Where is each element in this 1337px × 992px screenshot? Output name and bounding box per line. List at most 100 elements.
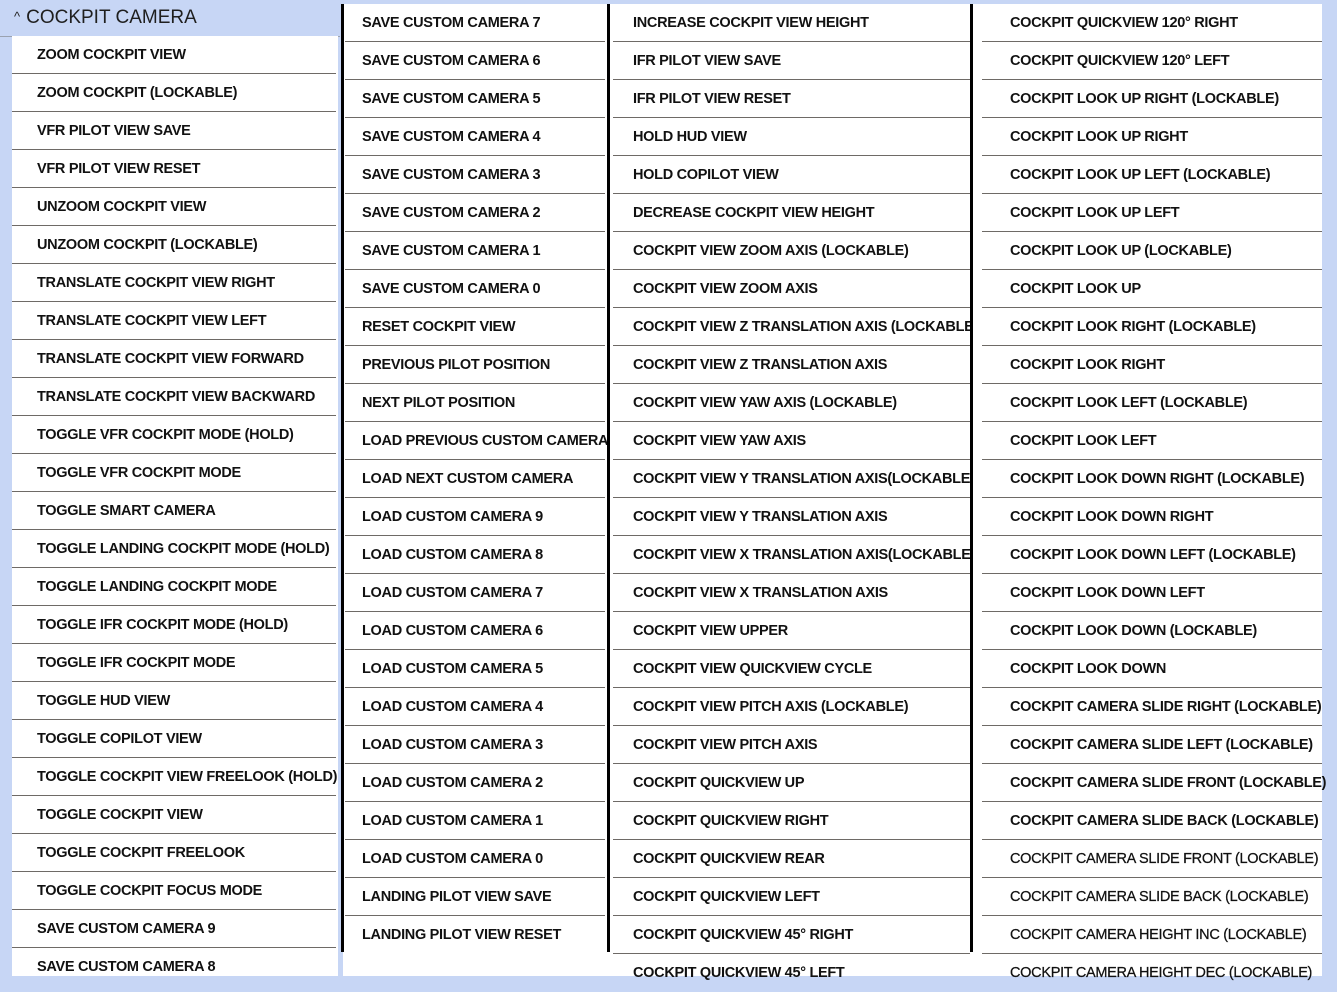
- control-binding-item[interactable]: COCKPIT LOOK LEFT: [982, 422, 1322, 460]
- control-binding-item[interactable]: COCKPIT LOOK UP (LOCKABLE): [982, 232, 1322, 270]
- control-binding-item[interactable]: SAVE CUSTOM CAMERA 0: [345, 270, 605, 308]
- control-binding-item[interactable]: TOGGLE VFR COCKPIT MODE: [12, 454, 336, 492]
- control-binding-item[interactable]: LOAD CUSTOM CAMERA 9: [345, 498, 605, 536]
- control-binding-item[interactable]: COCKPIT LOOK RIGHT (LOCKABLE): [982, 308, 1322, 346]
- control-binding-item[interactable]: COCKPIT QUICKVIEW RIGHT: [613, 802, 970, 840]
- control-binding-item[interactable]: COCKPIT VIEW UPPER: [613, 612, 970, 650]
- control-binding-item[interactable]: SAVE CUSTOM CAMERA 2: [345, 194, 605, 232]
- control-binding-item[interactable]: LOAD CUSTOM CAMERA 2: [345, 764, 605, 802]
- control-binding-item[interactable]: IFR PILOT VIEW SAVE: [613, 42, 970, 80]
- control-binding-item[interactable]: COCKPIT LOOK DOWN RIGHT (LOCKABLE): [982, 460, 1322, 498]
- control-binding-item[interactable]: COCKPIT CAMERA HEIGHT DEC (LOCKABLE): [982, 954, 1322, 992]
- control-binding-item[interactable]: VFR PILOT VIEW RESET: [12, 150, 336, 188]
- control-binding-item[interactable]: LOAD CUSTOM CAMERA 0: [345, 840, 605, 878]
- control-binding-item[interactable]: HOLD HUD VIEW: [613, 118, 970, 156]
- control-binding-item[interactable]: TOGGLE HUD VIEW: [12, 682, 336, 720]
- control-binding-item[interactable]: COCKPIT VIEW Z TRANSLATION AXIS: [613, 346, 970, 384]
- control-binding-item[interactable]: TOGGLE COCKPIT FOCUS MODE: [12, 872, 336, 910]
- control-binding-item[interactable]: ZOOM COCKPIT (LOCKABLE): [12, 74, 336, 112]
- control-binding-item[interactable]: LOAD PREVIOUS CUSTOM CAMERA: [345, 422, 609, 460]
- control-binding-item[interactable]: TOGGLE COPILOT VIEW: [12, 720, 336, 758]
- control-binding-item[interactable]: LOAD CUSTOM CAMERA 3: [345, 726, 605, 764]
- control-binding-item[interactable]: HOLD COPILOT VIEW: [613, 156, 970, 194]
- section-header-cockpit-camera[interactable]: ^ COCKPIT CAMERA: [0, 0, 340, 37]
- control-binding-item[interactable]: SAVE CUSTOM CAMERA 7: [345, 4, 605, 42]
- control-binding-item[interactable]: COCKPIT LOOK DOWN: [982, 650, 1322, 688]
- control-binding-item[interactable]: UNZOOM COCKPIT VIEW: [12, 188, 336, 226]
- control-binding-item[interactable]: SAVE CUSTOM CAMERA 4: [345, 118, 605, 156]
- control-binding-item[interactable]: COCKPIT LOOK DOWN RIGHT: [982, 498, 1322, 536]
- control-binding-item[interactable]: TRANSLATE COCKPIT VIEW LEFT: [12, 302, 336, 340]
- control-binding-item[interactable]: IFR PILOT VIEW RESET: [613, 80, 970, 118]
- control-binding-item[interactable]: INCREASE COCKPIT VIEW HEIGHT: [613, 4, 970, 42]
- control-binding-item[interactable]: TOGGLE COCKPIT VIEW: [12, 796, 336, 834]
- control-binding-item[interactable]: COCKPIT VIEW YAW AXIS: [613, 422, 970, 460]
- control-binding-item[interactable]: COCKPIT QUICKVIEW 45° LEFT: [613, 954, 970, 992]
- control-binding-item[interactable]: COCKPIT QUICKVIEW LEFT: [613, 878, 970, 916]
- control-binding-item[interactable]: NEXT PILOT POSITION: [345, 384, 605, 422]
- control-binding-item[interactable]: DECREASE COCKPIT VIEW HEIGHT: [613, 194, 970, 232]
- control-binding-item[interactable]: RESET COCKPIT VIEW: [345, 308, 605, 346]
- control-binding-item[interactable]: COCKPIT LOOK DOWN LEFT: [982, 574, 1322, 612]
- control-binding-item[interactable]: COCKPIT LOOK UP LEFT: [982, 194, 1322, 232]
- control-binding-item[interactable]: LOAD CUSTOM CAMERA 4: [345, 688, 605, 726]
- control-binding-item[interactable]: COCKPIT LOOK DOWN (LOCKABLE): [982, 612, 1322, 650]
- control-binding-item[interactable]: COCKPIT QUICKVIEW REAR: [613, 840, 970, 878]
- control-binding-item[interactable]: COCKPIT VIEW Y TRANSLATION AXIS(LOCKABLE…: [613, 460, 975, 498]
- control-binding-item[interactable]: LOAD CUSTOM CAMERA 1: [345, 802, 605, 840]
- control-binding-item[interactable]: SAVE CUSTOM CAMERA 3: [345, 156, 605, 194]
- control-binding-item[interactable]: SAVE CUSTOM CAMERA 8: [12, 948, 336, 986]
- control-binding-item[interactable]: COCKPIT CAMERA SLIDE RIGHT (LOCKABLE): [982, 688, 1322, 726]
- control-binding-item[interactable]: COCKPIT CAMERA HEIGHT INC (LOCKABLE): [982, 916, 1322, 954]
- control-binding-item[interactable]: COCKPIT CAMERA SLIDE FRONT (LOCKABLE): [982, 840, 1322, 878]
- control-binding-item[interactable]: COCKPIT VIEW Z TRANSLATION AXIS (LOCKABL…: [613, 308, 978, 346]
- control-binding-item[interactable]: TOGGLE IFR COCKPIT MODE: [12, 644, 336, 682]
- control-binding-item[interactable]: COCKPIT LOOK LEFT (LOCKABLE): [982, 384, 1322, 422]
- control-binding-item[interactable]: TRANSLATE COCKPIT VIEW BACKWARD: [12, 378, 336, 416]
- control-binding-item[interactable]: COCKPIT VIEW X TRANSLATION AXIS: [613, 574, 970, 612]
- control-binding-item[interactable]: TOGGLE SMART CAMERA: [12, 492, 336, 530]
- control-binding-item[interactable]: SAVE CUSTOM CAMERA 5: [345, 80, 605, 118]
- control-binding-item[interactable]: TOGGLE IFR COCKPIT MODE (HOLD): [12, 606, 336, 644]
- control-binding-item[interactable]: SAVE CUSTOM CAMERA 9: [12, 910, 336, 948]
- control-binding-item[interactable]: COCKPIT VIEW QUICKVIEW CYCLE: [613, 650, 970, 688]
- control-binding-item[interactable]: COCKPIT LOOK UP RIGHT (LOCKABLE): [982, 80, 1322, 118]
- control-binding-item[interactable]: TOGGLE LANDING COCKPIT MODE: [12, 568, 336, 606]
- control-binding-item[interactable]: COCKPIT VIEW ZOOM AXIS: [613, 270, 970, 308]
- control-binding-item[interactable]: COCKPIT LOOK RIGHT: [982, 346, 1322, 384]
- control-binding-item[interactable]: LOAD NEXT CUSTOM CAMERA: [345, 460, 605, 498]
- control-binding-item[interactable]: COCKPIT QUICKVIEW 120° RIGHT: [982, 4, 1322, 42]
- control-binding-item[interactable]: COCKPIT QUICKVIEW 120° LEFT: [982, 42, 1322, 80]
- chevron-up-icon[interactable]: ^: [14, 9, 20, 24]
- control-binding-item[interactable]: ZOOM COCKPIT VIEW: [12, 36, 336, 74]
- control-binding-item[interactable]: COCKPIT VIEW Y TRANSLATION AXIS: [613, 498, 970, 536]
- control-binding-item[interactable]: LOAD CUSTOM CAMERA 5: [345, 650, 605, 688]
- control-binding-item[interactable]: PREVIOUS PILOT POSITION: [345, 346, 605, 384]
- control-binding-item[interactable]: COCKPIT LOOK DOWN LEFT (LOCKABLE): [982, 536, 1322, 574]
- control-binding-item[interactable]: COCKPIT VIEW PITCH AXIS: [613, 726, 970, 764]
- control-binding-item[interactable]: TRANSLATE COCKPIT VIEW RIGHT: [12, 264, 336, 302]
- control-binding-item[interactable]: COCKPIT VIEW PITCH AXIS (LOCKABLE): [613, 688, 970, 726]
- control-binding-item[interactable]: UNZOOM COCKPIT (LOCKABLE): [12, 226, 336, 264]
- control-binding-item[interactable]: COCKPIT LOOK UP LEFT (LOCKABLE): [982, 156, 1322, 194]
- control-binding-item[interactable]: COCKPIT QUICKVIEW UP: [613, 764, 970, 802]
- control-binding-item[interactable]: LOAD CUSTOM CAMERA 8: [345, 536, 605, 574]
- control-binding-item[interactable]: COCKPIT QUICKVIEW 45° RIGHT: [613, 916, 970, 954]
- control-binding-item[interactable]: LOAD CUSTOM CAMERA 7: [345, 574, 605, 612]
- control-binding-item[interactable]: COCKPIT CAMERA SLIDE LEFT (LOCKABLE): [982, 726, 1322, 764]
- control-binding-item[interactable]: COCKPIT LOOK UP: [982, 270, 1322, 308]
- control-binding-item[interactable]: COCKPIT VIEW YAW AXIS (LOCKABLE): [613, 384, 970, 422]
- control-binding-item[interactable]: TOGGLE COCKPIT VIEW FREELOOK (HOLD): [12, 758, 337, 796]
- control-binding-item[interactable]: TOGGLE LANDING COCKPIT MODE (HOLD): [12, 530, 336, 568]
- control-binding-item[interactable]: SAVE CUSTOM CAMERA 1: [345, 232, 605, 270]
- control-binding-item[interactable]: LOAD CUSTOM CAMERA 6: [345, 612, 605, 650]
- control-binding-item[interactable]: COCKPIT LOOK UP RIGHT: [982, 118, 1322, 156]
- control-binding-item[interactable]: COCKPIT CAMERA SLIDE BACK (LOCKABLE): [982, 802, 1322, 840]
- control-binding-item[interactable]: VFR PILOT VIEW SAVE: [12, 112, 336, 150]
- control-binding-item[interactable]: TOGGLE VFR COCKPIT MODE (HOLD): [12, 416, 336, 454]
- control-binding-item[interactable]: TRANSLATE COCKPIT VIEW FORWARD: [12, 340, 336, 378]
- control-binding-item[interactable]: COCKPIT CAMERA SLIDE BACK (LOCKABLE): [982, 878, 1322, 916]
- control-binding-item[interactable]: COCKPIT CAMERA SLIDE FRONT (LOCKABLE): [982, 764, 1327, 802]
- control-binding-item[interactable]: SAVE CUSTOM CAMERA 6: [345, 42, 605, 80]
- control-binding-item[interactable]: LANDING PILOT VIEW RESET: [345, 916, 605, 954]
